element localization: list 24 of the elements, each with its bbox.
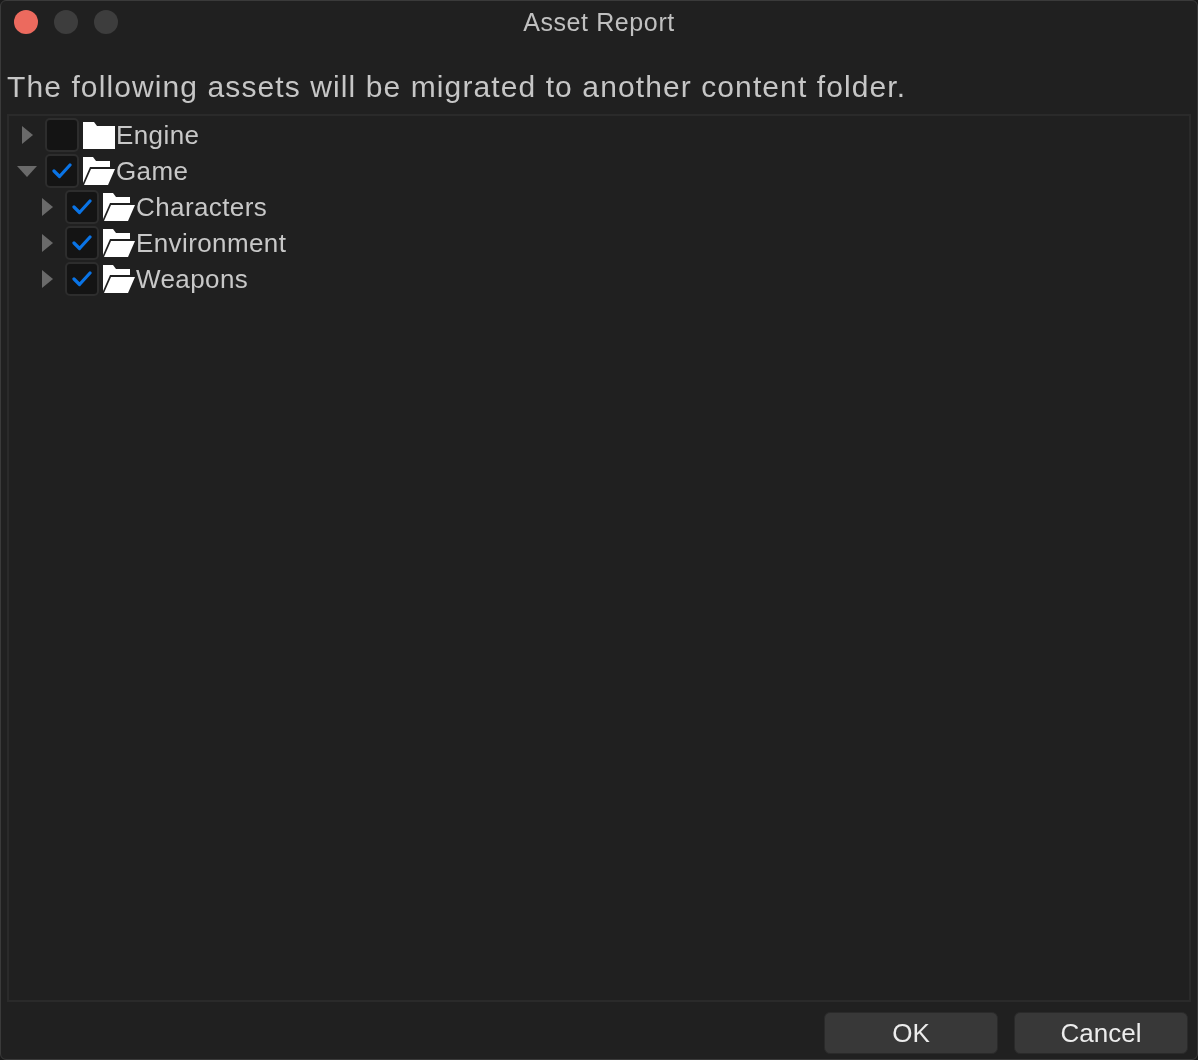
window-title: Asset Report bbox=[523, 7, 675, 37]
checkmark-icon bbox=[72, 235, 92, 251]
checkmark-icon bbox=[72, 199, 92, 215]
caret-down-icon[interactable] bbox=[17, 165, 37, 177]
checkmark-icon bbox=[72, 271, 92, 287]
folder-name[interactable]: Game bbox=[116, 153, 189, 189]
folder-name[interactable]: Environment bbox=[136, 225, 287, 261]
close-button[interactable] bbox=[14, 10, 38, 34]
checkmark-icon bbox=[52, 163, 72, 179]
checkbox[interactable] bbox=[45, 118, 79, 152]
cancel-button[interactable]: Cancel bbox=[1014, 1012, 1188, 1054]
caret-right-icon[interactable] bbox=[41, 234, 53, 252]
caret-right-icon[interactable] bbox=[41, 198, 53, 216]
checkbox[interactable] bbox=[65, 262, 99, 296]
caret-right-icon[interactable] bbox=[21, 126, 33, 144]
caret-right-icon[interactable] bbox=[41, 270, 53, 288]
checkbox[interactable] bbox=[65, 226, 99, 260]
checkbox[interactable] bbox=[45, 154, 79, 188]
folder-name[interactable]: Characters bbox=[136, 189, 268, 225]
folder-name[interactable]: Weapons bbox=[136, 261, 249, 297]
folder-name[interactable]: Engine bbox=[116, 117, 200, 153]
message-text: The following assets will be migrated to another content folder. bbox=[6, 69, 908, 105]
ok-button[interactable]: OK bbox=[824, 1012, 998, 1054]
checkbox[interactable] bbox=[65, 190, 99, 224]
